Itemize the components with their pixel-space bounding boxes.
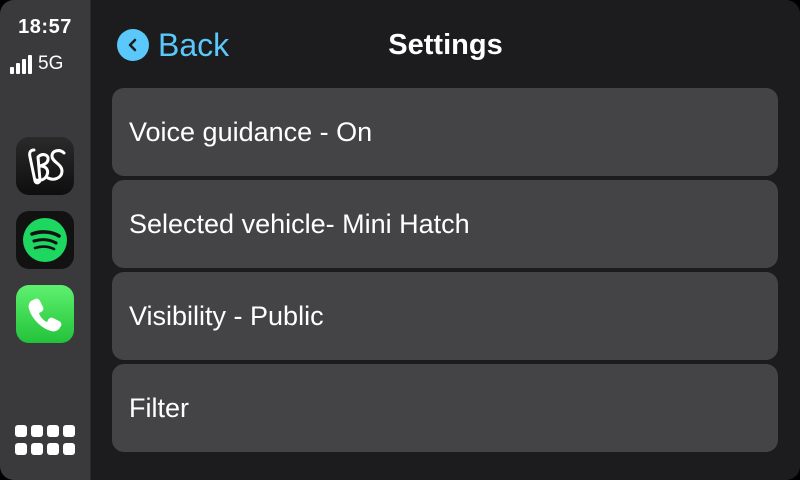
settings-list: Voice guidance - On Selected vehicle- Mi… xyxy=(112,88,778,456)
bs-app-icon[interactable] xyxy=(16,137,74,195)
phone-icon[interactable] xyxy=(16,285,74,343)
setting-voice-guidance[interactable]: Voice guidance - On xyxy=(112,88,778,176)
back-label: Back xyxy=(158,27,230,63)
list-item-label: Voice guidance - On xyxy=(129,116,373,147)
setting-visibility[interactable]: Visibility - Public xyxy=(112,272,778,360)
back-button[interactable]: Back xyxy=(117,25,229,65)
app-grid-icon[interactable] xyxy=(15,425,75,457)
status-time: 18:57 xyxy=(18,16,72,38)
list-item-label: Selected vehicle- Mini Hatch xyxy=(129,208,470,239)
spotify-icon[interactable] xyxy=(16,211,74,269)
list-item-label: Filter xyxy=(129,392,189,423)
status-signal: 5G xyxy=(10,52,63,74)
nav-header: Back Settings xyxy=(91,0,800,88)
status-network: 5G xyxy=(38,53,64,74)
carplay-screen: 18:57 5G Back Settings Voice guidance - … xyxy=(0,0,800,480)
chevron-left-icon xyxy=(117,29,149,61)
setting-selected-vehicle[interactable]: Selected vehicle- Mini Hatch xyxy=(112,180,778,268)
signal-bars-icon xyxy=(10,54,32,74)
list-item-label: Visibility - Public xyxy=(129,300,324,331)
settings-main: Back Settings Voice guidance - On Select… xyxy=(91,0,800,480)
setting-filter[interactable]: Filter xyxy=(112,364,778,452)
carplay-sidebar: 18:57 5G xyxy=(0,0,91,480)
